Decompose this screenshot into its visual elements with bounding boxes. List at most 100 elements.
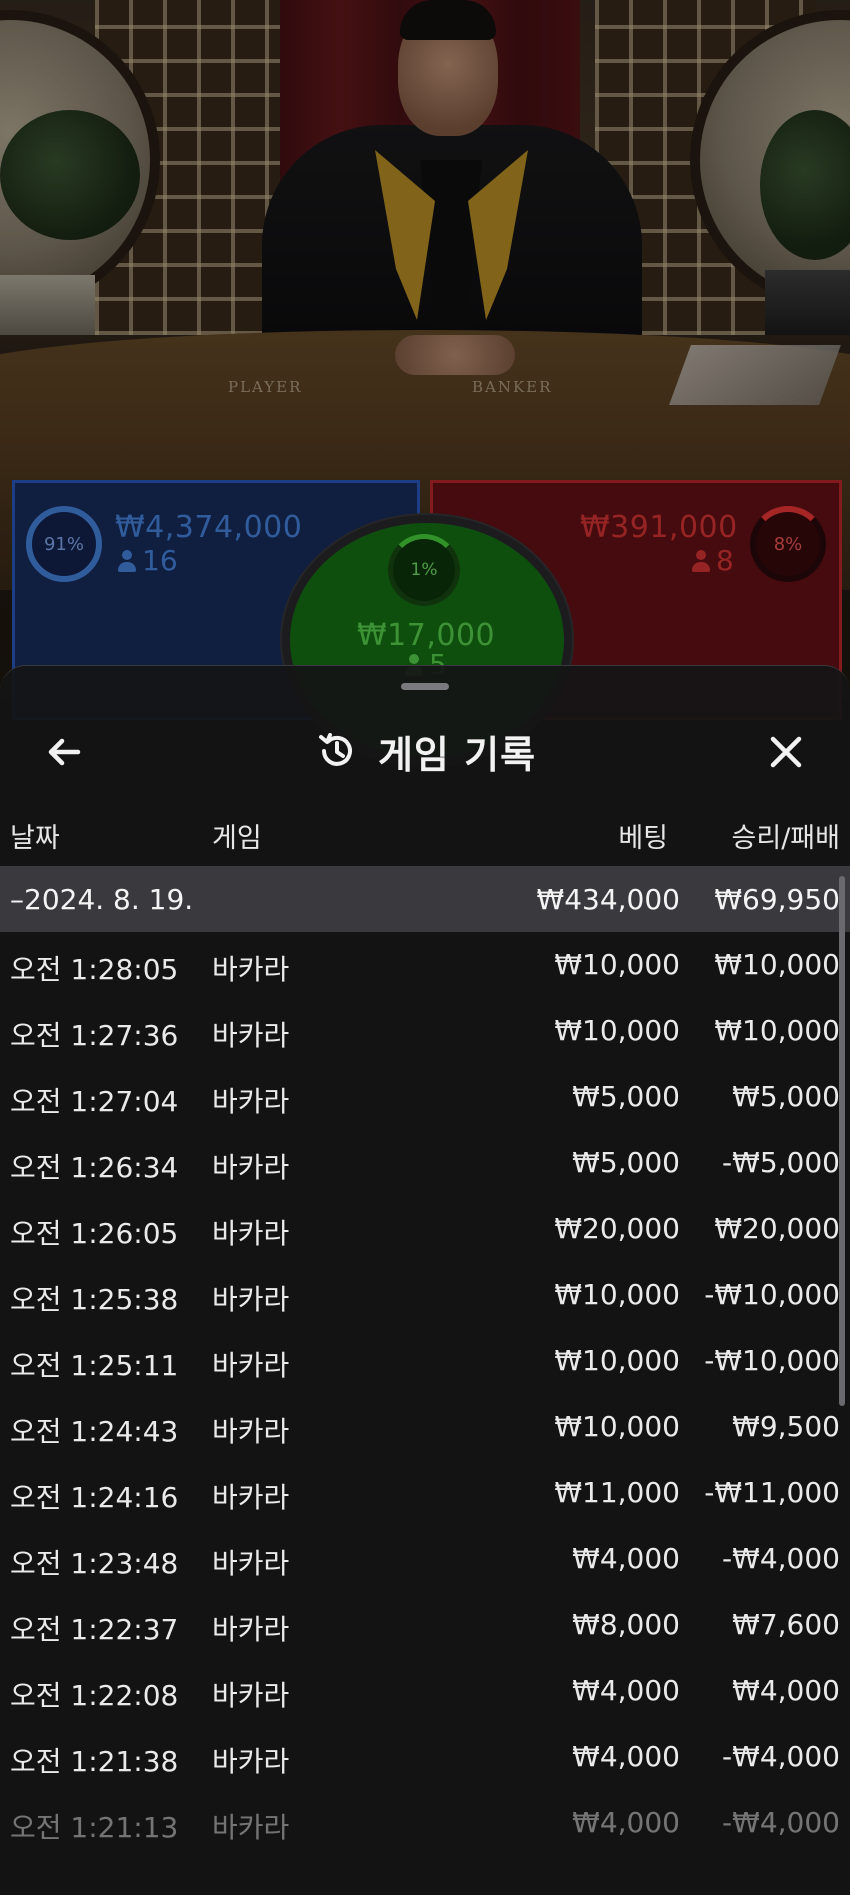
row-time: 오전 1:28:05 bbox=[10, 953, 179, 986]
row-result: ₩10,000 bbox=[714, 1014, 840, 1047]
row-game: 바카라 bbox=[212, 1547, 290, 1580]
row-result: -₩10,000 bbox=[704, 1344, 840, 1377]
close-button[interactable] bbox=[758, 726, 814, 782]
history-row[interactable]: 오전 1:24:43 바카라 ₩10,000 ₩9,500 bbox=[0, 1394, 850, 1460]
row-time: 오전 1:24:43 bbox=[10, 1415, 179, 1448]
history-row[interactable]: 오전 1:25:38 바카라 ₩10,000 -₩10,000 bbox=[0, 1262, 850, 1328]
date-summary-row[interactable]: –2024. 8. 19. ₩434,000 ₩69,950 bbox=[0, 866, 850, 932]
row-game: 바카라 bbox=[212, 1283, 290, 1316]
row-bet: ₩10,000 bbox=[554, 1014, 680, 1047]
tie-percent-ring: 1% bbox=[388, 534, 460, 606]
history-row[interactable]: 오전 1:26:05 바카라 ₩20,000 ₩20,000 bbox=[0, 1196, 850, 1262]
player-percent: 91% bbox=[43, 533, 84, 555]
row-bet: ₩4,000 bbox=[572, 1740, 680, 1773]
sheet-title: 게임 기록 bbox=[0, 706, 850, 796]
row-bet: ₩10,000 bbox=[554, 1344, 680, 1377]
row-time: 오전 1:23:48 bbox=[10, 1547, 179, 1580]
history-row[interactable]: 오전 1:23:48 바카라 ₩4,000 -₩4,000 bbox=[0, 1526, 850, 1592]
summary-bet-total: ₩434,000 bbox=[536, 882, 680, 916]
summary-date: –2024. 8. 19. bbox=[10, 882, 194, 916]
drag-handle[interactable] bbox=[401, 683, 449, 690]
tie-percent: 1% bbox=[410, 560, 438, 580]
row-game: 바카라 bbox=[212, 1217, 290, 1250]
card-holder-left bbox=[0, 275, 95, 335]
row-result: -₩4,000 bbox=[722, 1542, 840, 1575]
row-result: ₩4,000 bbox=[732, 1674, 840, 1707]
table-banker-label: BANKER bbox=[472, 378, 553, 396]
banker-bettor-count: 8 bbox=[692, 544, 734, 577]
history-row[interactable]: 오전 1:27:36 바카라 ₩10,000 ₩10,000 bbox=[0, 998, 850, 1064]
row-result: -₩4,000 bbox=[722, 1740, 840, 1773]
card-shoe bbox=[669, 345, 841, 405]
row-bet: ₩8,000 bbox=[572, 1608, 680, 1641]
column-header-game[interactable]: 게임 bbox=[212, 816, 262, 855]
row-game: 바카라 bbox=[212, 1349, 290, 1382]
dealer-hands bbox=[395, 335, 515, 375]
banker-bet-amount: ₩391,000 bbox=[580, 510, 738, 545]
row-game: 바카라 bbox=[212, 953, 290, 986]
row-time: 오전 1:25:11 bbox=[10, 1349, 179, 1382]
row-result: ₩7,600 bbox=[732, 1608, 840, 1641]
row-time: 오전 1:25:38 bbox=[10, 1283, 179, 1316]
player-count-value: 16 bbox=[142, 544, 178, 577]
history-row[interactable]: 오전 1:25:11 바카라 ₩10,000 -₩10,000 bbox=[0, 1328, 850, 1394]
row-result: -₩10,000 bbox=[704, 1278, 840, 1311]
close-icon bbox=[766, 732, 806, 776]
history-row[interactable]: 오전 1:21:13 바카라 ₩4,000 -₩4,000 bbox=[0, 1790, 850, 1856]
arrow-left-icon bbox=[44, 732, 84, 776]
player-bet-amount: ₩4,374,000 bbox=[115, 510, 303, 545]
column-header-bet[interactable]: 베팅 bbox=[618, 816, 668, 855]
row-bet: ₩20,000 bbox=[554, 1212, 680, 1245]
row-bet: ₩11,000 bbox=[554, 1476, 680, 1509]
row-bet: ₩10,000 bbox=[554, 948, 680, 981]
card-holder-right bbox=[765, 270, 850, 335]
history-row[interactable]: 오전 1:26:34 바카라 ₩5,000 -₩5,000 bbox=[0, 1130, 850, 1196]
row-game: 바카라 bbox=[212, 1415, 290, 1448]
history-row[interactable]: 오전 1:21:38 바카라 ₩4,000 -₩4,000 bbox=[0, 1724, 850, 1790]
history-scrollbar[interactable] bbox=[839, 876, 845, 1406]
history-row[interactable]: 오전 1:28:05 바카라 ₩10,000 ₩10,000 bbox=[0, 932, 850, 998]
row-bet: ₩5,000 bbox=[572, 1146, 680, 1179]
sheet-header: 게임 기록 bbox=[0, 706, 850, 796]
column-header-date[interactable]: 날짜 bbox=[10, 816, 60, 855]
dealer-hair bbox=[400, 0, 496, 40]
row-time: 오전 1:26:34 bbox=[10, 1151, 179, 1184]
row-bet: ₩4,000 bbox=[572, 1806, 680, 1839]
banker-percent-ring: 8% bbox=[750, 506, 826, 582]
row-bet: ₩4,000 bbox=[572, 1542, 680, 1575]
row-game: 바카라 bbox=[212, 1745, 290, 1778]
row-bet: ₩4,000 bbox=[572, 1674, 680, 1707]
row-time: 오전 1:24:16 bbox=[10, 1481, 179, 1514]
row-time: 오전 1:22:08 bbox=[10, 1679, 179, 1712]
row-game: 바카라 bbox=[212, 1151, 290, 1184]
row-time: 오전 1:27:36 bbox=[10, 1019, 179, 1052]
row-game: 바카라 bbox=[212, 1481, 290, 1514]
column-header-result[interactable]: 승리/패배 bbox=[732, 816, 840, 855]
banker-percent: 8% bbox=[773, 533, 803, 555]
row-time: 오전 1:21:13 bbox=[10, 1811, 179, 1844]
row-game: 바카라 bbox=[212, 1811, 290, 1844]
row-result: ₩5,000 bbox=[732, 1080, 840, 1113]
history-row[interactable]: 오전 1:24:16 바카라 ₩11,000 -₩11,000 bbox=[0, 1460, 850, 1526]
row-game: 바카라 bbox=[212, 1679, 290, 1712]
row-result: ₩9,500 bbox=[732, 1410, 840, 1443]
row-time: 오전 1:22:37 bbox=[10, 1613, 179, 1646]
player-percent-ring: 91% bbox=[26, 506, 102, 582]
history-row[interactable]: 오전 1:22:37 바카라 ₩8,000 ₩7,600 bbox=[0, 1592, 850, 1658]
row-game: 바카라 bbox=[212, 1019, 290, 1052]
row-result: ₩20,000 bbox=[714, 1212, 840, 1245]
history-row[interactable]: 오전 1:22:08 바카라 ₩4,000 ₩4,000 bbox=[0, 1658, 850, 1724]
row-game: 바카라 bbox=[212, 1085, 290, 1118]
sheet-title-text: 게임 기록 bbox=[377, 732, 537, 777]
row-time: 오전 1:21:38 bbox=[10, 1745, 179, 1778]
row-time: 오전 1:27:04 bbox=[10, 1085, 179, 1118]
row-result: ₩10,000 bbox=[714, 948, 840, 981]
history-list: 오전 1:28:05 바카라 ₩10,000 ₩10,000 오전 1:27:36 바카… bbox=[0, 932, 850, 1856]
history-row[interactable]: 오전 1:27:04 바카라 ₩5,000 ₩5,000 bbox=[0, 1064, 850, 1130]
person-icon bbox=[118, 549, 136, 572]
history-icon bbox=[314, 728, 360, 774]
row-bet: ₩10,000 bbox=[554, 1410, 680, 1443]
back-button[interactable] bbox=[36, 726, 92, 782]
row-result: -₩11,000 bbox=[704, 1476, 840, 1509]
summary-result-total: ₩69,950 bbox=[714, 882, 840, 916]
